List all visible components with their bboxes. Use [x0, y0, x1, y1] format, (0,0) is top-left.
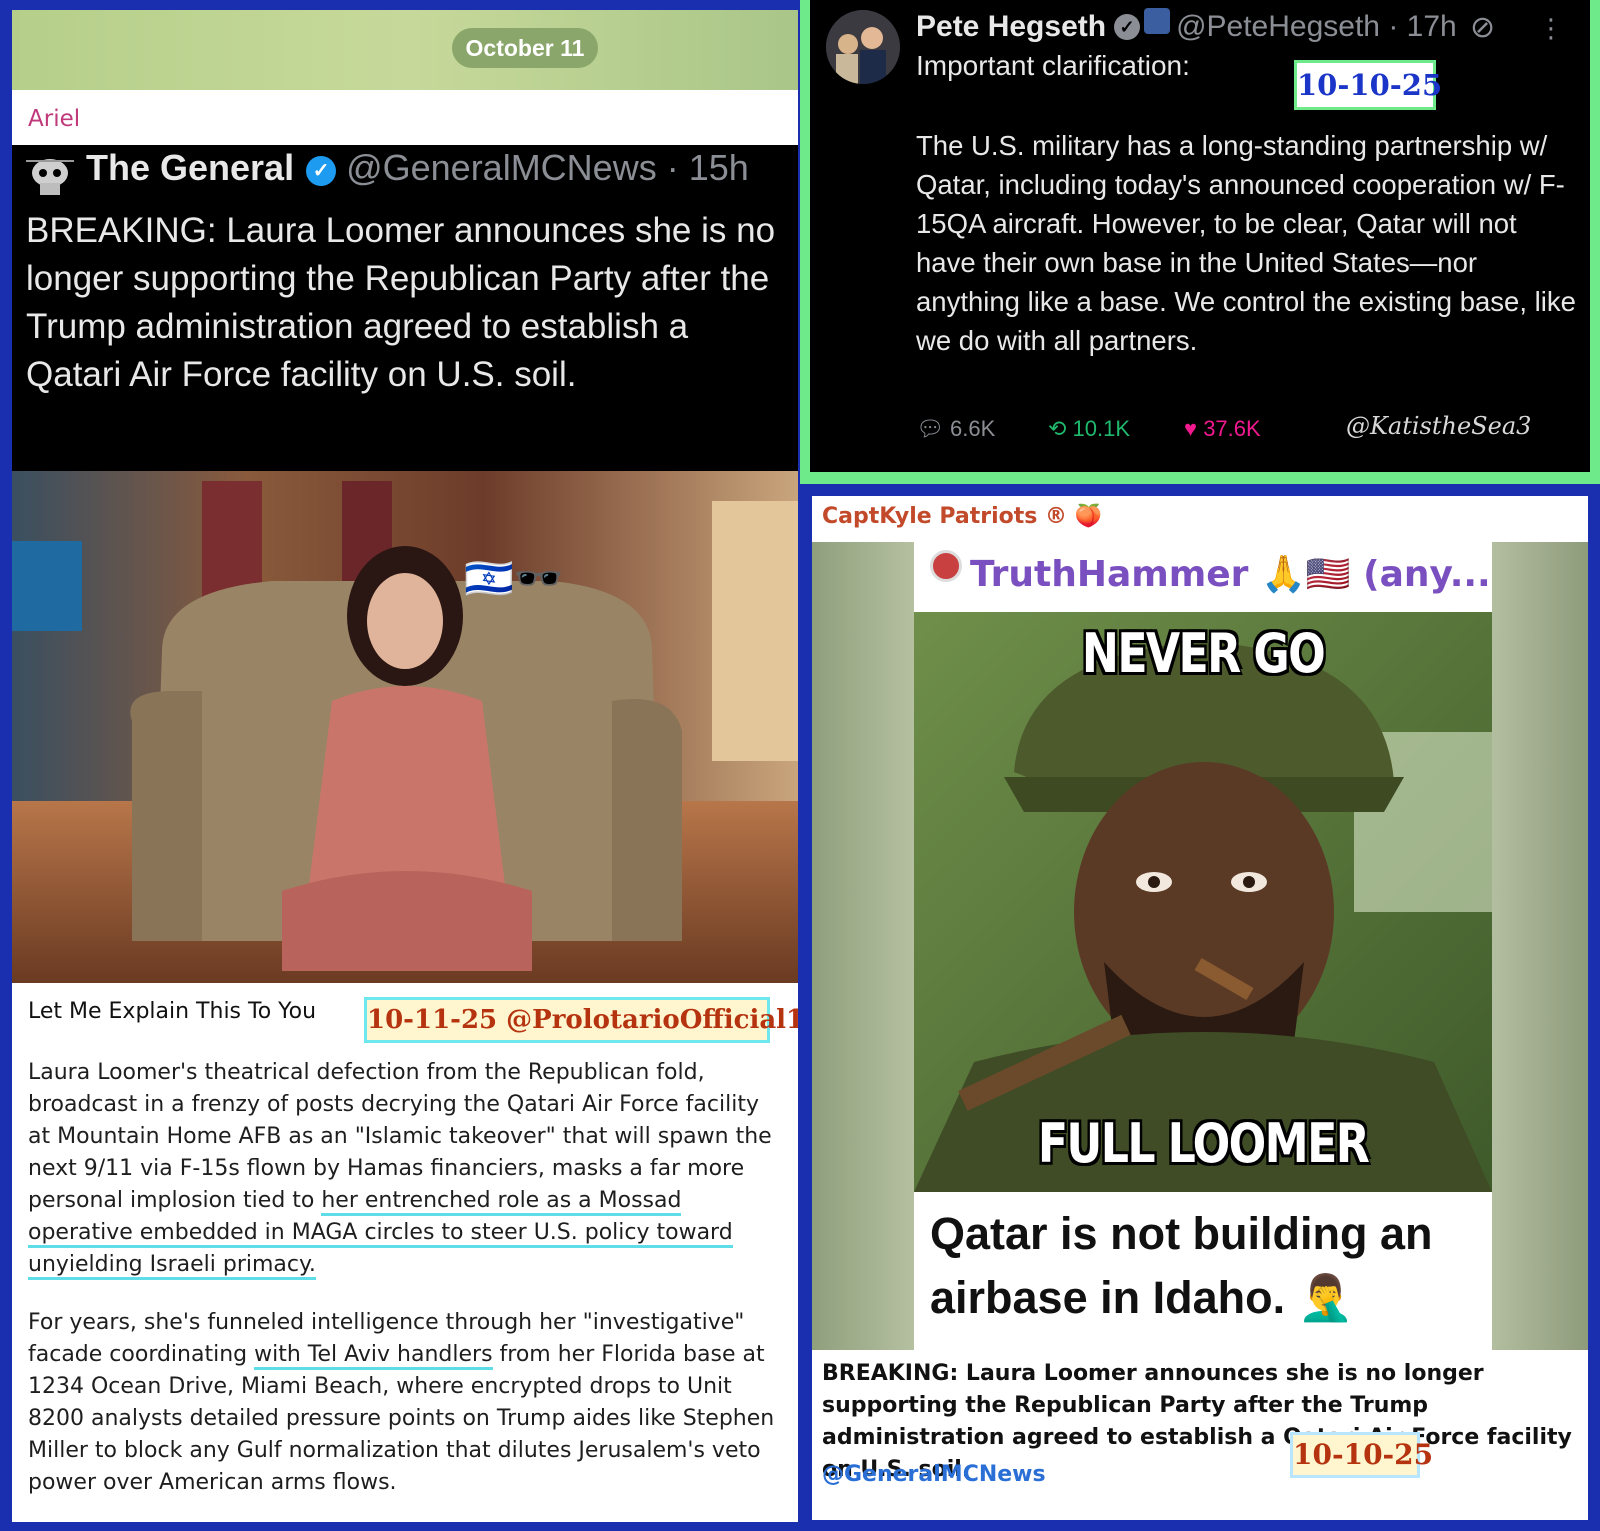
- more-options-icon[interactable]: ⋮: [1538, 14, 1564, 44]
- chat-background: [12, 10, 798, 90]
- blur-background: [812, 542, 914, 1350]
- repost-icon: ⟲: [1048, 416, 1073, 441]
- tweet-author[interactable]: Pete Hegseth ✓ @PeteHegseth · 17h: [916, 8, 1457, 44]
- meme-caption: Qatar is not building an airbase in Idah…: [930, 1208, 1433, 1323]
- reply-button[interactable]: 💬︎ 6.6K: [916, 416, 995, 442]
- tweet-handle-time[interactable]: @GeneralMCNews · 15h: [346, 147, 749, 188]
- date-tag: 10-10-25: [1290, 1432, 1433, 1478]
- caption-area: Let Me Explain This To You 10-11-25 @Pro…: [12, 983, 798, 1522]
- avatar-illustration: [826, 10, 900, 84]
- verified-icon: ✓: [306, 156, 337, 186]
- tweet-card: Pete Hegseth ✓ @PeteHegseth · 17h ⊘ ⋮ Impo…: [810, 0, 1590, 472]
- photo[interactable]: 🇮🇱🕶️: [12, 471, 798, 983]
- soldier-illustration: [914, 612, 1492, 1192]
- flag-sunglasses-emoji: 🇮🇱🕶️: [464, 556, 564, 602]
- message-card: Ariel The General ✓ @GeneralMCNews · 15h B…: [12, 90, 798, 1522]
- meme-top-text: NEVER GO: [1081, 622, 1326, 685]
- government-badge-icon: [1144, 8, 1171, 34]
- collage: October 11 Ariel The General ✓ @GeneralMCN…: [0, 0, 1600, 1531]
- repost-button[interactable]: ⟲ 10.1K: [1048, 416, 1130, 442]
- meme[interactable]: TruthHammer 🙏🇺🇸 (any... NEVER GO FULL LO…: [914, 542, 1492, 1350]
- tweet-author[interactable]: The General ✓ @GeneralMCNews · 15h: [86, 147, 749, 189]
- tweet-author-name[interactable]: The General: [86, 147, 294, 188]
- date-tag: 10-11-25 @ProlotarioOfficial1: [364, 997, 798, 1043]
- repost-count: 10.1K: [1072, 416, 1131, 441]
- tweet-handle-time[interactable]: @PeteHegseth · 17h: [1176, 10, 1457, 43]
- source-handle-link[interactable]: @GeneralMCNews: [822, 1462, 1046, 1487]
- meme-author: TruthHammer 🙏🇺🇸 (any...: [930, 550, 1491, 595]
- avatar[interactable]: [826, 10, 900, 84]
- date-tag: 10-10-25: [1294, 60, 1442, 110]
- grok-icon[interactable]: ⊘: [1470, 10, 1495, 45]
- meme-author-name: TruthHammer 🙏🇺🇸 (any...: [970, 554, 1491, 595]
- highlighted-text: with Tel Aviv handlers: [254, 1342, 493, 1370]
- captkyle-post: CaptKyle Patriots ® 🍑 TruthHammer 🙏🇺🇸 (a…: [812, 496, 1588, 1520]
- tweet-intro: Important clarification:: [916, 50, 1190, 81]
- sender-name[interactable]: Ariel: [28, 106, 80, 132]
- tweet-text: The U.S. military has a long-standing pa…: [916, 130, 1576, 356]
- skull-avatar-icon[interactable]: [24, 153, 76, 201]
- caption-paragraph-2: For years, she's funneled intelligence t…: [28, 1307, 788, 1499]
- caption-paragraph-1: Laura Loomer's theatrical defection from…: [28, 1057, 788, 1281]
- blur-background: [1492, 542, 1588, 1350]
- hegseth-post: Pete Hegseth ✓ @PeteHegseth · 17h ⊘ ⋮ Impo…: [800, 0, 1600, 484]
- caption-title: Let Me Explain This To You: [28, 999, 317, 1024]
- photo-illustration: [12, 471, 798, 983]
- tweet-author-name[interactable]: Pete Hegseth: [916, 10, 1106, 43]
- reply-count: 6.6K: [950, 416, 996, 441]
- tweet-actions: 💬︎ 6.6K ⟲ 10.1K ♥ 37.6K @KatistheSea3: [916, 412, 1576, 452]
- heart-icon: ♥: [1184, 416, 1204, 441]
- channel-name[interactable]: CaptKyle Patriots ® 🍑: [822, 504, 1102, 529]
- verified-icon: ✓: [1114, 14, 1141, 40]
- meme-image: NEVER GO FULL LOOMER: [914, 612, 1492, 1192]
- like-button[interactable]: ♥ 37.6K: [1184, 416, 1261, 442]
- left-post: October 11 Ariel The General ✓ @GeneralMCN…: [12, 10, 798, 1522]
- like-count: 37.6K: [1203, 416, 1261, 441]
- author-avatar-icon: [930, 550, 962, 582]
- watermark: @KatistheSea3: [1346, 412, 1532, 440]
- embedded-tweet: The General ✓ @GeneralMCNews · 15h BREAKIN…: [12, 145, 798, 471]
- reply-icon: 💬︎: [916, 416, 951, 441]
- tweet-text: BREAKING: Laura Loomer announces she is …: [26, 211, 776, 394]
- date-pill: October 11: [452, 28, 598, 68]
- meme-bottom-text: FULL LOOMER: [1037, 1112, 1370, 1175]
